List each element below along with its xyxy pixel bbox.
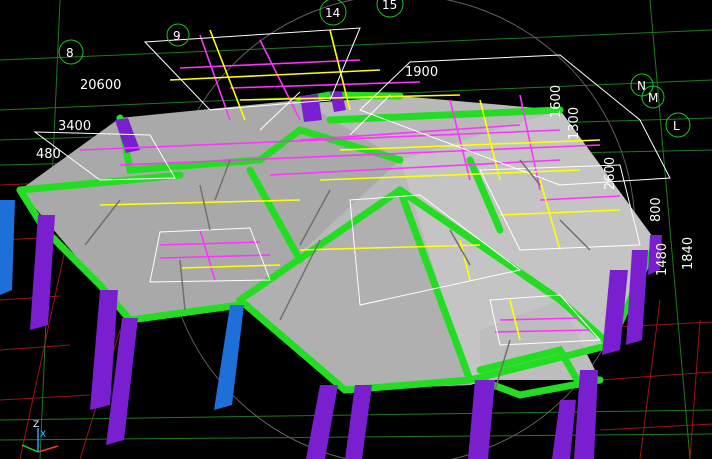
grid-label-N: N (637, 79, 646, 93)
dimension-1900: 1900 (405, 65, 438, 80)
grid-label-M: M (648, 91, 658, 105)
grid-label-15: 15 (382, 0, 397, 12)
dimension-1300: 1300 (567, 107, 582, 140)
grid-label-8: 8 (66, 46, 74, 60)
dimension-1480: 1480 (655, 243, 670, 276)
dimension-20600: 20600 (80, 78, 121, 93)
grid-label-14: 14 (325, 6, 340, 20)
dimension-1600: 1600 (549, 85, 564, 118)
axis-z-label: Z (33, 420, 39, 430)
dimension-2600: 2600 (603, 157, 618, 190)
grid-label-9: 9 (173, 29, 181, 43)
dimension-480: 480 (36, 147, 61, 162)
3d-structural-viewport[interactable]: 14 15 9 8 N M L 20600 3400 480 1900 1600… (0, 0, 712, 459)
dimension-800: 800 (649, 197, 664, 222)
dimension-3400: 3400 (58, 119, 91, 134)
axis-x-label: X (40, 430, 46, 440)
dimension-1840: 1840 (681, 237, 696, 270)
grid-label-L: L (673, 119, 680, 133)
